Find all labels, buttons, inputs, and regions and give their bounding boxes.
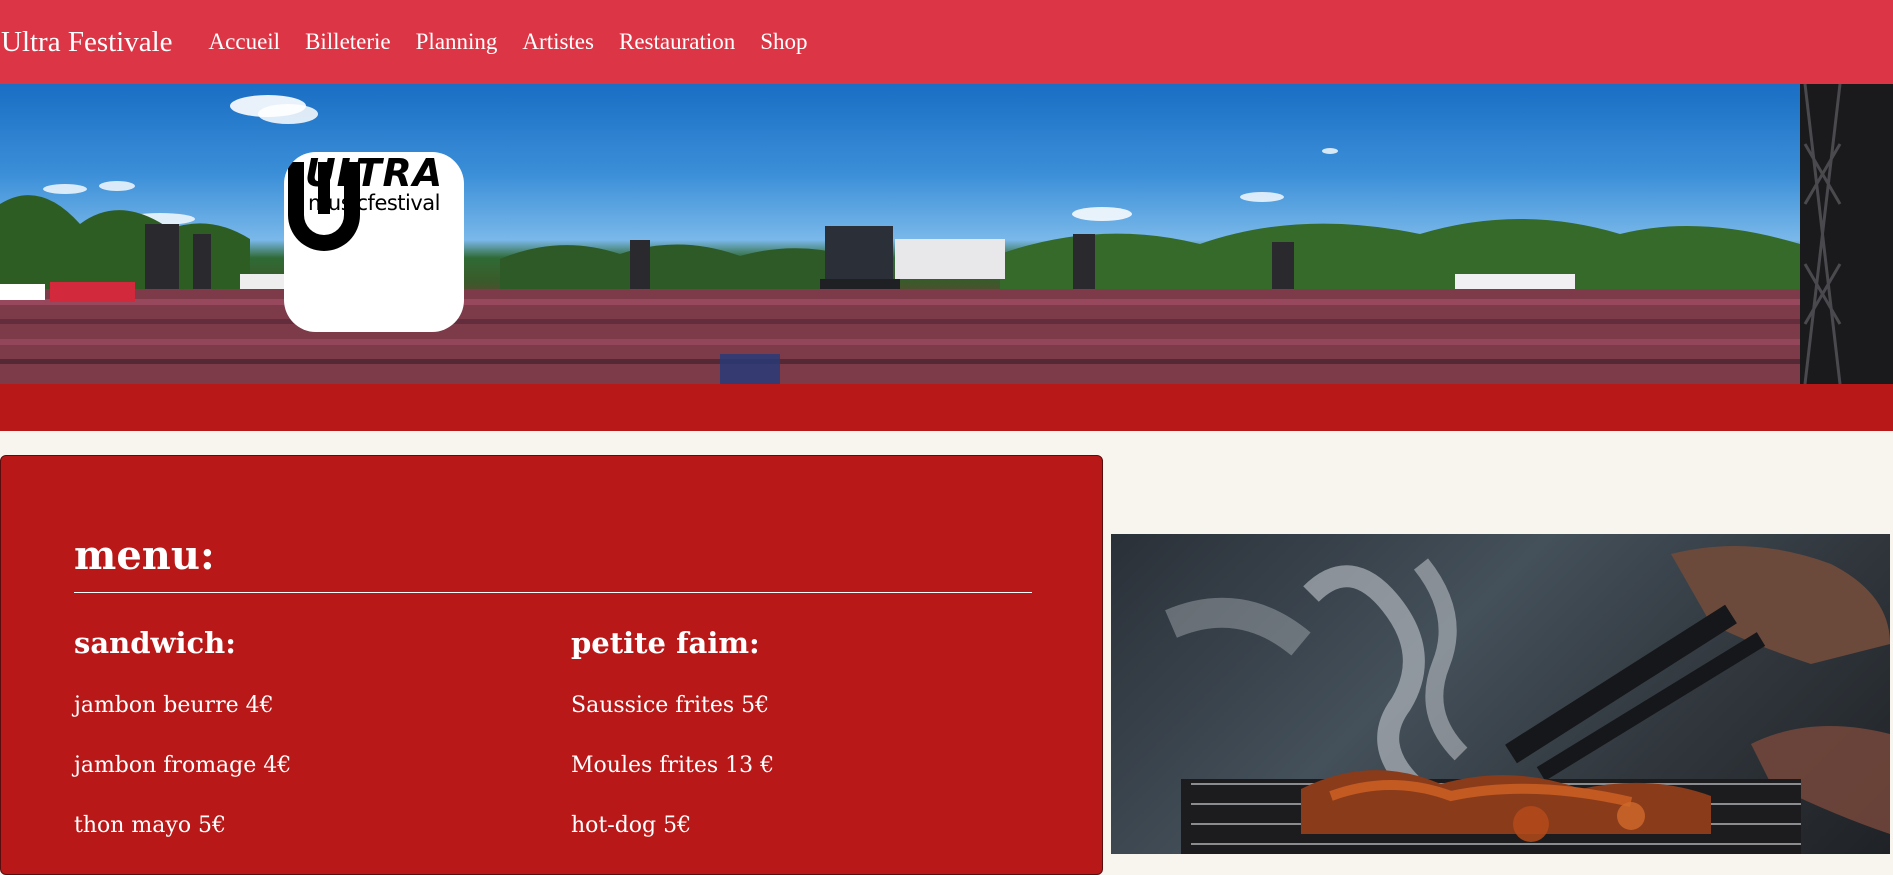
menu-item: Saussice frites 5€	[571, 693, 770, 718]
menu-item: hot-dog 5€	[571, 813, 692, 838]
menu-item: jambon beurre 4€	[74, 693, 274, 718]
menu-divider	[74, 592, 1032, 593]
menu-column-heading: petite faim:	[571, 626, 760, 660]
menu-item: thon mayo 5€	[74, 813, 227, 838]
nav-link-billeterie[interactable]: Billeterie	[305, 29, 391, 55]
nav-link-accueil[interactable]: Accueil	[209, 29, 281, 55]
menu-card: menu: sandwich: jambon beurre 4€ jambon …	[0, 455, 1103, 875]
hero-banner-image: ULTRA musicfestival	[0, 84, 1893, 384]
hero-red-band	[0, 384, 1893, 431]
ultra-u-icon	[288, 162, 360, 251]
grill-illustration	[1165, 546, 1890, 854]
menu-item: Moules frites 13 €	[571, 753, 775, 778]
menu-title: menu:	[74, 532, 215, 579]
menu-item: jambon fromage 4€	[74, 753, 292, 778]
ultra-logo: ULTRA musicfestival	[284, 152, 464, 332]
nav-link-shop[interactable]: Shop	[760, 29, 807, 55]
grill-food-image	[1111, 534, 1890, 854]
nav-link-planning[interactable]: Planning	[416, 29, 498, 55]
top-navbar: Ultra Festivale Accueil Billeterie Plann…	[0, 0, 1893, 84]
menu-column-petite-faim: petite faim: Saussice frites 5€ Moules f…	[571, 626, 774, 868]
nav-link-artistes[interactable]: Artistes	[522, 29, 594, 55]
nav-link-restauration[interactable]: Restauration	[619, 29, 735, 55]
brand-link[interactable]: Ultra Festivale	[1, 26, 173, 59]
menu-column-sandwich: sandwich: jambon beurre 4€ jambon fromag…	[74, 626, 291, 868]
menu-column-heading: sandwich:	[74, 626, 236, 660]
